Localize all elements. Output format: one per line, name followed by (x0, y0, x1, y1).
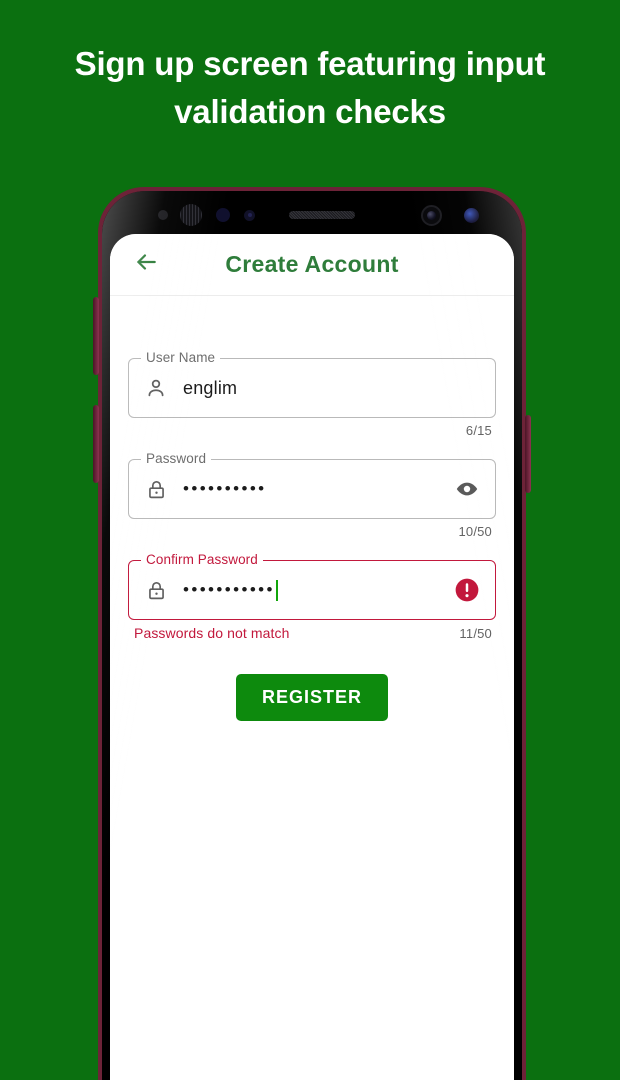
front-camera-icon (421, 204, 442, 226)
lock-icon (143, 476, 169, 502)
back-button[interactable] (124, 243, 168, 287)
signup-form: User Name englim 6/15 Password •••••••••… (110, 296, 514, 721)
username-helper-row: 6/15 (128, 418, 496, 440)
username-counter: 6/15 (465, 423, 492, 438)
password-helper-row: 10/50 (128, 519, 496, 541)
phone-mockup: Create Account User Name englim 6/15 Pas… (93, 187, 531, 1080)
confirm-password-label: Confirm Password (141, 552, 263, 568)
password-field-block: Password •••••••••• 10/50 (128, 451, 496, 541)
text-cursor (275, 579, 279, 601)
confirm-password-error-text: Passwords do not match (134, 625, 290, 641)
error-circle-icon[interactable] (453, 576, 481, 604)
app-screen: Create Account User Name englim 6/15 Pas… (110, 234, 514, 1080)
arrow-left-icon (133, 249, 159, 280)
proximity-sensor-icon (158, 210, 168, 220)
volume-down-button[interactable] (93, 405, 99, 483)
phone-sensor-row (102, 191, 522, 239)
confirm-password-input[interactable]: Confirm Password ••••••••••• (128, 552, 496, 620)
register-button-row: REGISTER (128, 674, 496, 721)
lock-icon (143, 577, 169, 603)
app-bar-title: Create Account (225, 251, 399, 277)
confirm-password-value-wrap: ••••••••••• (183, 579, 453, 601)
username-field-block: User Name englim 6/15 (128, 350, 496, 440)
confirm-password-field-block: Confirm Password ••••••••••• Passwords d… (128, 552, 496, 642)
eye-icon[interactable] (453, 475, 481, 503)
status-led-icon (464, 207, 479, 223)
username-input[interactable]: User Name englim (128, 350, 496, 418)
confirm-password-counter: 11/50 (459, 626, 492, 641)
app-bar: Create Account (110, 234, 514, 296)
confirm-password-value: ••••••••••• (183, 580, 275, 599)
iris-scanner-icon (180, 204, 202, 226)
phone-bezel: Create Account User Name englim 6/15 Pas… (102, 191, 522, 1080)
page-title: Sign up screen featuring input validatio… (0, 40, 620, 136)
volume-up-button[interactable] (93, 297, 99, 375)
username-value: englim (183, 377, 238, 398)
ir-emitter-icon (216, 208, 230, 222)
password-counter: 10/50 (458, 524, 492, 539)
earpiece-speaker-icon (289, 211, 355, 219)
ambient-light-sensor-icon (244, 209, 255, 221)
password-label: Password (141, 451, 212, 467)
page-title-line2: validation checks (174, 93, 446, 130)
confirm-password-helper-row: Passwords do not match 11/50 (128, 620, 496, 642)
password-input[interactable]: Password •••••••••• (128, 451, 496, 519)
page-title-line1: Sign up screen featuring input (74, 45, 546, 82)
power-button[interactable] (525, 415, 531, 493)
username-label: User Name (141, 350, 221, 366)
password-value: •••••••••• (183, 479, 267, 498)
person-icon (143, 375, 169, 401)
register-button[interactable]: REGISTER (235, 674, 388, 721)
